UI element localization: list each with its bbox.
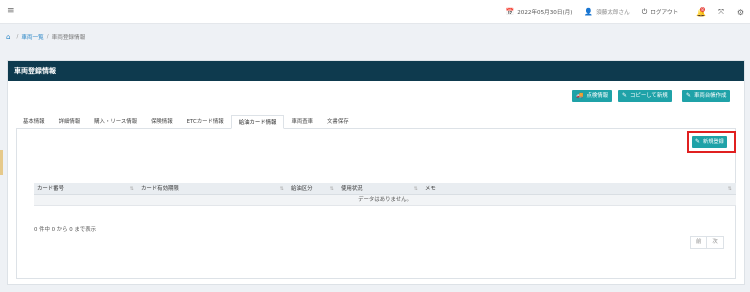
fuel-card-tab-content: ✎ 新規登録 カード番号⇅ カード有効期限⇅ 給油区分⇅ 使用状況⇅ メ xyxy=(16,129,736,279)
edit-icon: ✎ xyxy=(695,138,701,145)
gear-icon: ⚙ xyxy=(736,7,744,17)
tab-document-storage[interactable]: 文書保存 xyxy=(320,115,356,129)
expand-icon: ⤧ xyxy=(718,8,724,16)
copy-new-label: コピーして新規 xyxy=(630,93,668,99)
hamburger-menu-icon[interactable]: ≡ xyxy=(7,6,15,16)
new-register-label: 新規登録 xyxy=(703,139,724,145)
fullscreen-button[interactable]: ⤧ xyxy=(718,8,727,16)
user-icon: 👤 xyxy=(584,8,594,16)
top-bar-right: 📅 2022年05月30日(月) 👤 須藤太郎さん ⏻ ログアウト 🔔 8 ⤧ … xyxy=(505,6,744,18)
create-ledger-button[interactable]: ✎ 車両台帳作成 xyxy=(682,90,731,102)
column-label: カード有効期限 xyxy=(141,186,179,192)
pagination-prev[interactable]: 前 xyxy=(691,237,706,248)
breadcrumb-current: 車両登録情報 xyxy=(51,35,86,41)
tab-purchase-lease[interactable]: 購入・リース情報 xyxy=(87,115,144,129)
logout-label: ログアウト xyxy=(650,10,679,16)
table-empty-row: データはありません。 xyxy=(34,195,736,206)
sort-icon: ⇅ xyxy=(279,186,284,192)
tab-vehicle-inspection[interactable]: 車両査車 xyxy=(284,115,320,129)
column-header-card-number[interactable]: カード番号 ⇅ xyxy=(34,183,138,195)
new-register-button[interactable]: ✎ 新規登録 xyxy=(692,136,727,148)
column-header-fuel-type[interactable]: 給油区分 ⇅ xyxy=(288,183,338,195)
breadcrumb: ⌂ / 車両一覧 / 車両登録情報 xyxy=(6,33,85,41)
notification-badge: 8 xyxy=(700,6,705,12)
date-display: 📅 2022年05月30日(月) xyxy=(505,8,572,16)
new-button-highlight: ✎ 新規登録 xyxy=(687,131,736,153)
tab-etc-card[interactable]: ETCカード情報 xyxy=(180,115,231,129)
logout-link[interactable]: ⏻ ログアウト xyxy=(642,8,679,16)
sort-icon: ⇅ xyxy=(413,186,418,192)
column-label: 給油区分 xyxy=(291,186,313,192)
breadcrumb-separator: / xyxy=(46,34,49,40)
edit-icon: ✎ xyxy=(622,92,628,99)
column-header-card-expiry[interactable]: カード有効期限 ⇅ xyxy=(138,183,288,195)
panel-title: 車両登録情報 xyxy=(8,61,744,81)
column-header-usage-status[interactable]: 使用状況 ⇅ xyxy=(338,183,422,195)
tab-insurance[interactable]: 保険情報 xyxy=(144,115,180,129)
sort-icon: ⇅ xyxy=(129,186,134,192)
home-icon[interactable]: ⌂ xyxy=(6,33,10,41)
sort-icon: ⇅ xyxy=(329,186,334,192)
power-icon: ⏻ xyxy=(641,8,648,16)
table-info-text: 0 件中 0 から 0 まで表示 xyxy=(34,227,96,233)
inspection-info-button[interactable]: 🚚 点検情報 xyxy=(572,90,613,102)
pagination-next[interactable]: 次 xyxy=(706,237,722,248)
date-text: 2022年05月30日(月) xyxy=(517,10,573,16)
table-header: カード番号 ⇅ カード有効期限 ⇅ 給油区分 ⇅ 使用状況 ⇅ メモ ⇅ xyxy=(34,183,736,195)
notification-bell[interactable]: 🔔 8 xyxy=(696,6,706,17)
user-name: 須藤太郎さん xyxy=(596,10,630,16)
column-header-memo[interactable]: メモ ⇅ xyxy=(422,183,736,195)
breadcrumb-separator: / xyxy=(16,34,19,40)
tab-bar: 基本情報 詳細情報 購入・リース情報 保険情報 ETCカード情報 給油カード情報… xyxy=(16,115,736,129)
column-label: メモ xyxy=(425,186,436,192)
create-ledger-label: 車両台帳作成 xyxy=(694,93,727,99)
column-label: カード番号 xyxy=(37,186,64,192)
settings-button[interactable]: ⚙ xyxy=(737,8,744,17)
tab-detail-info[interactable]: 詳細情報 xyxy=(52,115,88,129)
left-edge-strip xyxy=(0,150,3,175)
inspection-info-label: 点検情報 xyxy=(586,93,609,99)
user-display[interactable]: 👤 須藤太郎さん xyxy=(584,8,629,16)
tab-basic-info[interactable]: 基本情報 xyxy=(16,115,52,129)
breadcrumb-vehicle-list[interactable]: 車両一覧 xyxy=(21,33,43,41)
tab-fuel-card[interactable]: 給油カード情報 xyxy=(230,115,285,129)
vehicle-registration-panel: 車両登録情報 🚚 点検情報 ✎ コピーして新規 ✎ 車両台帳作成 基本情報 詳細… xyxy=(7,60,745,285)
truck-icon: 🚚 xyxy=(576,92,584,99)
fuel-card-table: カード番号 ⇅ カード有効期限 ⇅ 給油区分 ⇅ 使用状況 ⇅ メモ ⇅ データはありませ… xyxy=(34,183,736,206)
edit-icon: ✎ xyxy=(686,92,692,99)
column-label: 使用状況 xyxy=(341,186,363,192)
top-bar: ≡ 📅 2022年05月30日(月) 👤 須藤太郎さん ⏻ ログアウト 🔔 8 … xyxy=(0,0,750,24)
copy-new-button[interactable]: ✎ コピーして新規 xyxy=(618,90,672,102)
pagination: 前 次 xyxy=(690,236,724,249)
calendar-icon: 📅 xyxy=(505,8,515,16)
sort-icon: ⇅ xyxy=(727,186,732,192)
